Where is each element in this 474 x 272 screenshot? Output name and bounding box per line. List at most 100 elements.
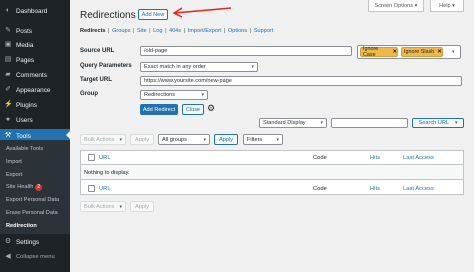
annotation-arrow: [172, 7, 232, 18]
collapse-menu-button[interactable]: ◀ Collapse menu: [0, 250, 70, 264]
submenu-export-personal-data[interactable]: Export Personal Data: [6, 197, 59, 203]
submenu-site-health-label: Site Health: [6, 184, 34, 190]
query-parameters-value: Exact match in any order: [144, 64, 206, 70]
display-value: Standard Display: [263, 120, 306, 126]
add-new-button[interactable]: Add New: [138, 9, 168, 20]
submenu-redirection[interactable]: Redirection: [6, 223, 37, 229]
empty-message: Nothing to display.: [84, 170, 130, 176]
sidebar-item-posts[interactable]: ✎ Posts: [0, 24, 70, 38]
chevron-down-icon: ▾: [251, 64, 254, 70]
admin-sidebar: ◐ Dashboard ✎ Posts ▣ Media ▤ Pages ▰ Comments ✐ Ap…: [0, 0, 70, 272]
ignore-case-label: Ignore Case: [363, 46, 379, 58]
help-button[interactable]: Help ▾: [430, 0, 464, 12]
groups-select[interactable]: All groups ▾: [158, 134, 210, 145]
select-all-checkbox[interactable]: [88, 154, 95, 161]
subnav-support[interactable]: Support: [254, 28, 274, 34]
apply-group-button[interactable]: Apply: [214, 134, 238, 145]
query-parameters-label: Query Parameters: [80, 63, 132, 69]
sidebar-item-label: Appearance: [16, 86, 51, 94]
media-icon: ▣: [4, 41, 12, 48]
select-all-checkbox-footer[interactable]: [88, 185, 95, 192]
chevron-down-icon[interactable]: ▾: [452, 49, 455, 55]
gear-icon[interactable]: ⚙: [207, 103, 215, 114]
group-value: Redirections: [144, 92, 176, 98]
sidebar-item-label: Plugins: [16, 101, 37, 109]
column-code-footer: Code: [313, 186, 327, 192]
column-last-access-footer[interactable]: Last Access: [403, 186, 434, 192]
display-select[interactable]: Standard Display ▾: [259, 118, 327, 128]
site-health-badge: 2: [35, 184, 43, 191]
collapse-icon: ◀: [5, 253, 11, 260]
column-code: Code: [313, 155, 327, 161]
sidebar-item-appearance[interactable]: ✐ Appearance: [0, 83, 70, 97]
filters-value: Filters: [247, 136, 263, 143]
subnav-404s[interactable]: 404s: [169, 28, 181, 34]
column-hits[interactable]: Hits: [370, 155, 380, 161]
source-url-label: Source URL: [80, 48, 115, 54]
bulk-actions-select-bottom[interactable]: Bulk Actions ▾: [80, 201, 126, 212]
collapse-menu-label: Collapse menu: [16, 254, 55, 260]
sidebar-item-label: Pages: [16, 56, 35, 64]
subnav-redirects[interactable]: Redirects: [80, 28, 106, 34]
subnav-log[interactable]: Log: [153, 28, 162, 34]
chevron-down-icon: ▾: [201, 92, 204, 98]
search-input[interactable]: [331, 118, 408, 128]
column-url-footer[interactable]: URL: [99, 186, 111, 192]
subnav-import-export[interactable]: Import/Export: [188, 28, 222, 34]
comment-icon: ▰: [5, 71, 11, 78]
chevron-down-icon: ▾: [119, 203, 122, 210]
submenu-import[interactable]: Import: [6, 159, 22, 165]
column-last-access[interactable]: Last Access: [403, 155, 434, 161]
subnav-groups[interactable]: Groups: [112, 28, 130, 34]
screen-options-button[interactable]: Screen Options ▾: [368, 0, 424, 12]
chevron-down-icon: ▾: [276, 136, 279, 143]
add-redirect-button[interactable]: Add Redirect: [140, 104, 178, 115]
ignore-case-tag[interactable]: Ignore Case ✕: [360, 46, 398, 58]
sidebar-item-label: Media: [16, 41, 34, 49]
group-label: Group: [80, 91, 98, 97]
redirects-table: URL Code Hits Last Access Nothing to dis…: [80, 150, 464, 195]
apply-button-bottom[interactable]: Apply: [130, 201, 154, 212]
page-title: Redirections: [80, 10, 136, 21]
sidebar-item-label: Dashboard: [16, 7, 48, 15]
sidebar-item-plugins[interactable]: ⚡ Plugins: [0, 98, 70, 112]
search-url-button[interactable]: Search URL ▾: [412, 118, 464, 128]
close-button[interactable]: Close: [182, 104, 204, 115]
submenu-export[interactable]: Export: [6, 172, 22, 178]
submenu-erase-personal-data[interactable]: Erase Personal Data: [6, 210, 58, 216]
chevron-down-icon: ▾: [119, 136, 122, 143]
chevron-down-icon: ▾: [203, 136, 206, 143]
sidebar-item-dashboard[interactable]: ◐ Dashboard: [0, 4, 70, 18]
sidebar-item-label: Comments: [16, 71, 47, 79]
bulk-actions-select[interactable]: Bulk Actions ▾: [80, 134, 126, 145]
sidebar-item-label: Users: [16, 116, 33, 124]
remove-tag-icon[interactable]: ✕: [437, 49, 442, 55]
sidebar-item-pages[interactable]: ▤ Pages: [0, 53, 70, 67]
group-select[interactable]: Redirections ▾: [140, 90, 208, 100]
bulk-actions-label: Bulk Actions: [84, 203, 115, 210]
sidebar-item-comments[interactable]: ▰ Comments: [0, 68, 70, 82]
column-hits-footer[interactable]: Hits: [370, 186, 380, 192]
ignore-slash-label: Ignore Slash: [404, 49, 435, 55]
query-parameters-select[interactable]: Exact match in any order ▾: [140, 62, 258, 72]
apply-button[interactable]: Apply: [130, 134, 154, 145]
source-url-input[interactable]: /old-page: [140, 46, 352, 56]
remove-tag-icon[interactable]: ✕: [392, 49, 397, 55]
sidebar-item-settings[interactable]: ⚙ Settings: [0, 235, 70, 249]
target-url-label: Target URL: [80, 77, 112, 83]
brush-icon: ✐: [5, 86, 11, 93]
target-url-input[interactable]: https://www.yoursite.com/new-page: [140, 76, 462, 86]
submenu-available-tools[interactable]: Available Tools: [6, 146, 43, 152]
subnav-site[interactable]: Site: [137, 28, 147, 34]
user-icon: ●: [5, 116, 11, 123]
submenu-site-health[interactable]: Site Health 2: [6, 184, 43, 191]
ignore-slash-tag[interactable]: Ignore Slash ✕: [401, 47, 443, 57]
sidebar-item-media[interactable]: ▣ Media: [0, 38, 70, 52]
dashboard-icon: ◐: [5, 7, 11, 14]
chevron-down-icon: ▾: [454, 120, 458, 126]
column-url[interactable]: URL: [99, 155, 111, 161]
filters-select[interactable]: Filters ▾: [243, 134, 283, 145]
sidebar-item-users[interactable]: ● Users: [0, 113, 70, 127]
search-url-label: Search URL: [418, 120, 449, 126]
subnav-options[interactable]: Options: [228, 28, 247, 34]
